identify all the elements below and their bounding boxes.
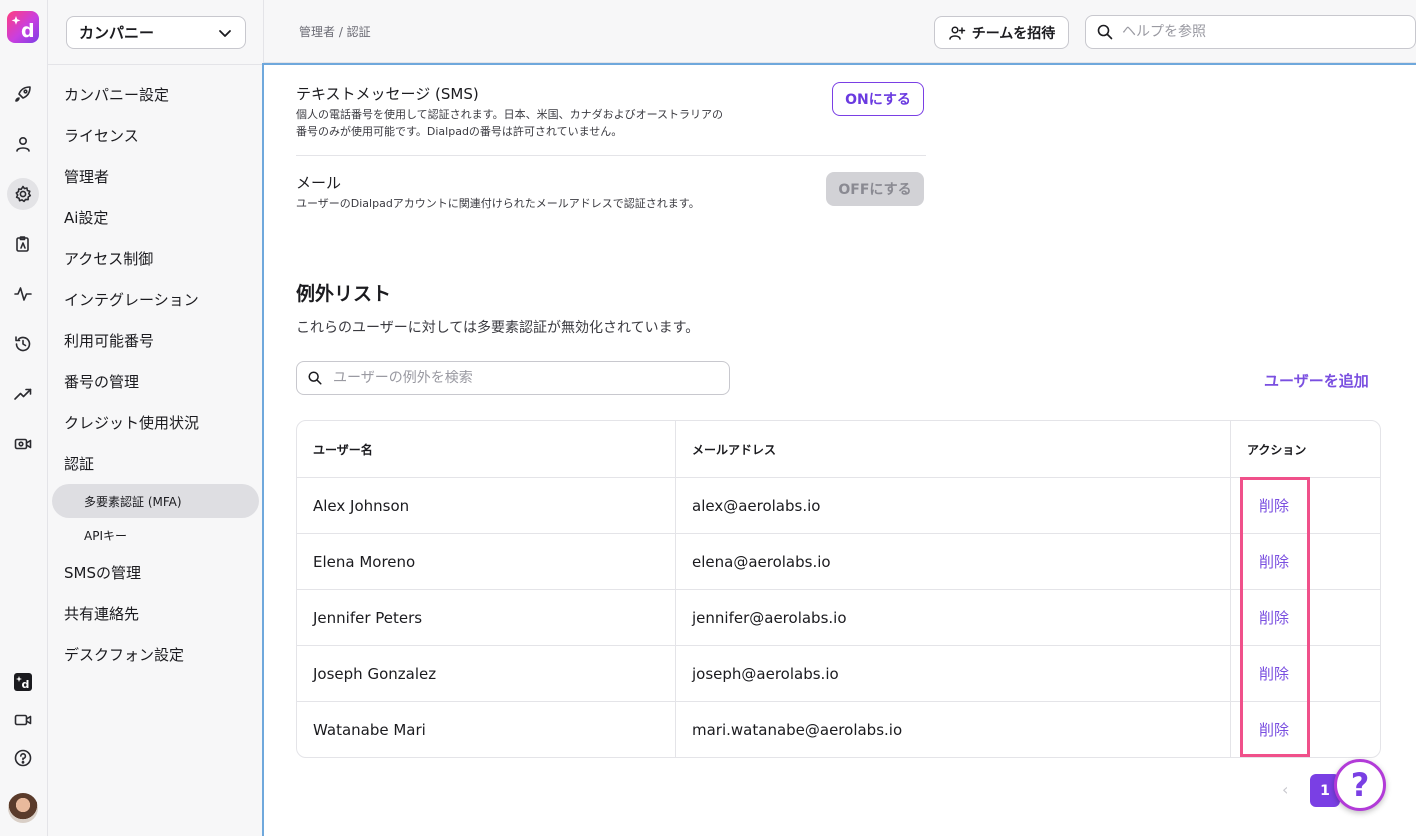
chevron-down-icon <box>219 29 231 37</box>
delete-link[interactable]: 削除 <box>1259 719 1289 740</box>
sidebar-item-company-settings[interactable]: カンパニー設定 <box>48 74 264 115</box>
rocket-icon[interactable] <box>7 78 39 110</box>
sidebar-item-integrations[interactable]: インテグレーション <box>48 279 264 320</box>
settings-nav: カンパニー設定 ライセンス 管理者 Ai設定 アクセス制御 インテグレーション … <box>48 74 264 675</box>
exception-search[interactable] <box>296 361 730 395</box>
email-disable-button[interactable]: OFFにする <box>826 172 924 206</box>
dialpad-logo-icon[interactable]: d <box>7 11 39 43</box>
invite-team-label: チームを招待 <box>971 25 1056 42</box>
exception-list-title: 例外リスト <box>296 283 392 305</box>
trending-icon[interactable] <box>7 378 39 410</box>
help-fab-button[interactable]: ? <box>1334 759 1386 811</box>
exception-search-input[interactable] <box>333 370 713 386</box>
exception-list-description: これらのユーザーに対しては多要素認証が無効化されています。 <box>296 320 700 336</box>
table-row: Jennifer Peters jennifer@aerolabs.io 削除 <box>297 589 1380 645</box>
user-icon[interactable] <box>7 128 39 160</box>
video-settings-icon[interactable] <box>7 428 39 460</box>
company-select-label: カンパニー <box>79 24 155 42</box>
row-action: 削除 <box>1231 702 1380 757</box>
table-row: Watanabe Mari mari.watanabe@aerolabs.io … <box>297 701 1380 757</box>
activity-icon[interactable] <box>7 278 39 310</box>
icon-rail: d d <box>0 0 48 836</box>
sidebar-subitem-mfa[interactable]: 多要素認証 (MFA) <box>52 484 259 518</box>
row-action: 削除 <box>1231 478 1380 533</box>
sidebar-divider <box>48 64 264 65</box>
sidebar-item-authentication[interactable]: 認証 <box>48 443 264 484</box>
row-username: Alex Johnson <box>297 478 676 533</box>
sidebar-item-ai-settings[interactable]: Ai設定 <box>48 197 264 238</box>
table-row: Alex Johnson alex@aerolabs.io 削除 <box>297 477 1380 533</box>
row-username: Watanabe Mari <box>297 702 676 757</box>
add-user-link[interactable]: ユーザーを追加 <box>1264 370 1369 391</box>
video-icon[interactable] <box>7 704 39 736</box>
settings-sidebar: カンパニー カンパニー設定 ライセンス 管理者 Ai設定 アクセス制御 インテグ… <box>48 0 264 836</box>
add-user-icon <box>948 25 965 40</box>
column-header-username: ユーザー名 <box>297 421 676 477</box>
sms-method-description-line2: 番号のみが使用可能です。Dialpadの番号は許可されていません。 <box>296 125 623 138</box>
method-divider <box>296 155 926 156</box>
row-action: 削除 <box>1231 646 1380 701</box>
sidebar-item-shared-contacts[interactable]: 共有連絡先 <box>48 593 264 634</box>
ai-icon[interactable]: d <box>7 666 39 698</box>
help-search-input[interactable] <box>1122 24 1402 40</box>
row-username: Joseph Gonzalez <box>297 646 676 701</box>
row-action: 削除 <box>1231 534 1380 589</box>
sidebar-item-credit-usage[interactable]: クレジット使用状況 <box>48 402 264 443</box>
column-header-email: メールアドレス <box>676 421 1231 477</box>
help-circle-icon[interactable] <box>7 742 39 774</box>
gear-icon[interactable] <box>7 178 39 210</box>
sidebar-subitem-api-keys[interactable]: APIキー <box>52 518 259 552</box>
avatar[interactable] <box>8 793 38 823</box>
sidebar-item-sms-management[interactable]: SMSの管理 <box>48 552 264 593</box>
row-email: jennifer@aerolabs.io <box>676 590 1231 645</box>
invite-team-button[interactable]: チームを招待 <box>934 16 1069 49</box>
column-header-action: アクション <box>1247 442 1307 457</box>
pagination-prev-button[interactable]: ‹ <box>1282 780 1288 799</box>
delete-link[interactable]: 削除 <box>1259 607 1289 628</box>
help-search[interactable] <box>1085 15 1416 49</box>
row-email: alex@aerolabs.io <box>676 478 1231 533</box>
search-icon <box>1097 24 1113 40</box>
top-bar: 管理者 / 認証 チームを招待 <box>264 0 1416 63</box>
main-content: テキストメッセージ (SMS) 個人の電話番号を使用して認証されます。日本、米国… <box>262 63 1416 836</box>
sidebar-item-admins[interactable]: 管理者 <box>48 156 264 197</box>
company-select[interactable]: カンパニー <box>66 16 246 49</box>
table-row: Joseph Gonzalez joseph@aerolabs.io 削除 <box>297 645 1380 701</box>
row-email: mari.watanabe@aerolabs.io <box>676 702 1231 757</box>
delete-link[interactable]: 削除 <box>1259 495 1289 516</box>
search-icon <box>308 371 322 385</box>
logo-glyph: d <box>11 16 35 42</box>
history-icon[interactable] <box>7 328 39 360</box>
row-username: Elena Moreno <box>297 534 676 589</box>
row-action: 削除 <box>1231 590 1380 645</box>
exceptions-table: ユーザー名 メールアドレス アクション Alex Johnson alex@ae… <box>296 420 1381 758</box>
delete-link[interactable]: 削除 <box>1259 551 1289 572</box>
row-email: joseph@aerolabs.io <box>676 646 1231 701</box>
clipboard-icon[interactable] <box>7 228 39 260</box>
breadcrumb: 管理者 / 認証 <box>299 25 371 39</box>
sidebar-item-available-numbers[interactable]: 利用可能番号 <box>48 320 264 361</box>
svg-text:d: d <box>22 678 30 691</box>
sidebar-item-licenses[interactable]: ライセンス <box>48 115 264 156</box>
svg-text:d: d <box>21 20 35 42</box>
sms-enable-button[interactable]: ONにする <box>832 82 924 116</box>
sidebar-item-number-management[interactable]: 番号の管理 <box>48 361 264 402</box>
sidebar-item-access-control[interactable]: アクセス制御 <box>48 238 264 279</box>
table-header: ユーザー名 メールアドレス アクション <box>297 421 1380 477</box>
row-email: elena@aerolabs.io <box>676 534 1231 589</box>
sms-method-description: 個人の電話番号を使用して認証されます。日本、米国、カナダおよびオーストラリアの … <box>296 106 926 140</box>
table-row: Elena Moreno elena@aerolabs.io 削除 <box>297 533 1380 589</box>
delete-link[interactable]: 削除 <box>1259 663 1289 684</box>
sidebar-item-desk-phone-settings[interactable]: デスクフォン設定 <box>48 634 264 675</box>
row-username: Jennifer Peters <box>297 590 676 645</box>
